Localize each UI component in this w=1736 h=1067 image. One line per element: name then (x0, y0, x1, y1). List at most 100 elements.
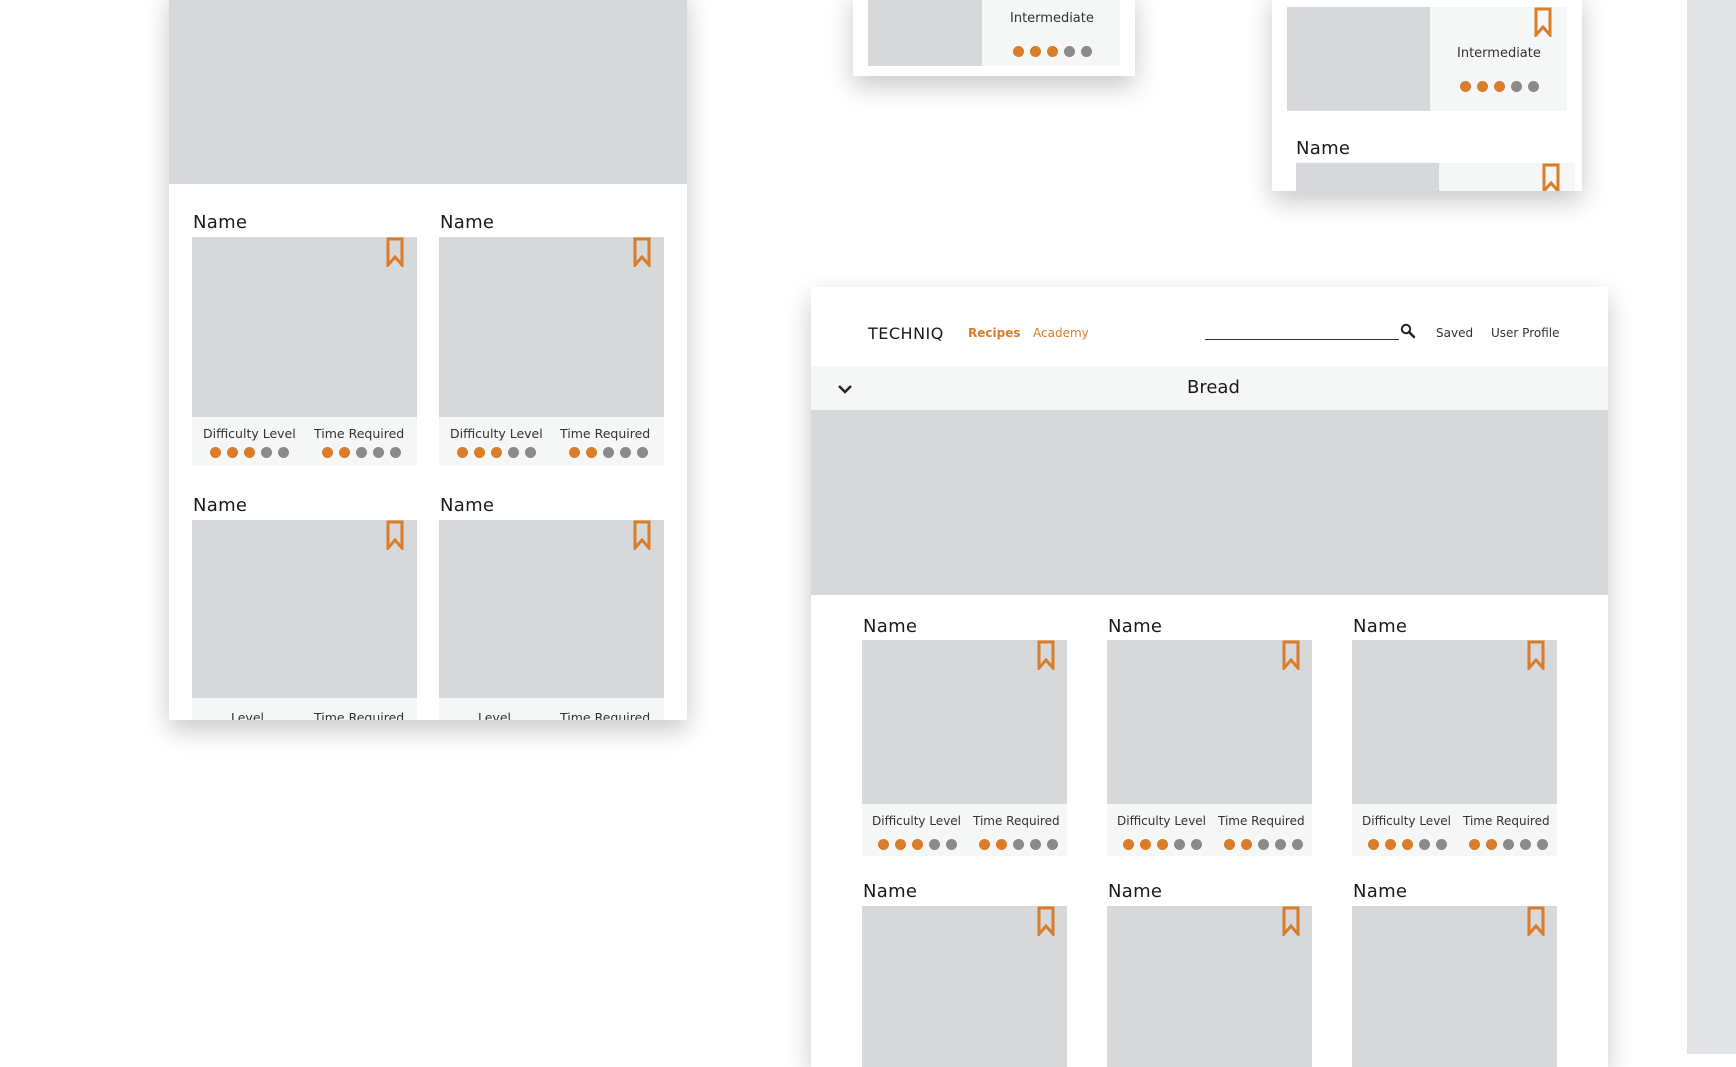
rating-dot-filled (1047, 46, 1058, 57)
category-label: Bread (1187, 377, 1240, 398)
rating-dot-filled (1385, 839, 1396, 850)
rating-dot-empty (1275, 839, 1286, 850)
tablet-card-frame: Intermediate Name (1272, 0, 1582, 191)
hero-image-placeholder (169, 0, 687, 184)
difficulty-rating (878, 839, 957, 850)
category-bar[interactable]: Bread (811, 366, 1608, 410)
nav-recipes[interactable]: Recipes (968, 326, 1020, 340)
rating-dot-empty (1064, 46, 1075, 57)
rating-dot-empty (637, 447, 648, 458)
rating-dot-filled (996, 839, 1007, 850)
recipe-name: Name (863, 881, 918, 902)
recipe-name: Name (1353, 616, 1408, 637)
rating-dot-filled (1241, 839, 1252, 850)
rating-dot-filled (1368, 839, 1379, 850)
rating-dot-empty (603, 447, 614, 458)
nav-academy[interactable]: Academy (1033, 326, 1089, 340)
rating-dot-filled (322, 447, 333, 458)
rating-dot-filled (244, 447, 255, 458)
recipe-name: Name (193, 212, 248, 233)
difficulty-rating (1460, 81, 1539, 92)
rating-dot-filled (1494, 81, 1505, 92)
rating-dot-empty (929, 839, 940, 850)
rating-dot-filled (491, 447, 502, 458)
search-icon[interactable] (1400, 323, 1416, 339)
recipe-name: Name (193, 495, 248, 516)
time-label: Time Required (1218, 814, 1305, 828)
difficulty-label: Difficulty Level (1117, 814, 1207, 828)
rating-dot-filled (979, 839, 990, 850)
difficulty-label: Difficulty Level (1362, 814, 1452, 828)
user-profile-link[interactable]: User Profile (1491, 326, 1559, 340)
rating-dot-filled (878, 839, 889, 850)
difficulty-label: Difficulty Level (450, 426, 543, 441)
canvas-edge-panel (1687, 0, 1736, 1054)
time-rating (1469, 839, 1548, 850)
time-rating (979, 839, 1058, 850)
difficulty-text: Intermediate (1457, 46, 1541, 61)
rating-dot-filled (227, 447, 238, 458)
recipe-info (192, 417, 417, 466)
rating-dot-empty (1047, 839, 1058, 850)
bookmark-icon[interactable] (1527, 906, 1545, 936)
rating-dot-filled (1157, 839, 1168, 850)
rating-dot-empty (1436, 839, 1447, 850)
difficulty-label: Difficulty Level (872, 814, 962, 828)
bookmark-icon[interactable] (386, 237, 404, 267)
rating-dot-empty (390, 447, 401, 458)
recipe-image[interactable] (1287, 7, 1430, 111)
recipe-name: Name (440, 212, 495, 233)
recipe-info (439, 417, 664, 466)
rating-dot-filled (1486, 839, 1497, 850)
bookmark-icon[interactable] (1037, 906, 1055, 936)
recipe-name: Name (440, 495, 495, 516)
rating-dot-filled (1140, 839, 1151, 850)
bookmark-icon[interactable] (386, 520, 404, 550)
rating-dot-filled (210, 447, 221, 458)
rating-dot-empty (1030, 839, 1041, 850)
rating-dot-empty (525, 447, 536, 458)
bookmark-icon[interactable] (1282, 906, 1300, 936)
recipe-image[interactable] (439, 237, 664, 417)
difficulty-rating (1123, 839, 1202, 850)
rating-dot-filled (1469, 839, 1480, 850)
bookmark-icon[interactable] (1037, 640, 1055, 670)
rating-dot-empty (946, 839, 957, 850)
bookmark-icon[interactable] (633, 520, 651, 550)
small-card-frame: Intermediate (853, 0, 1135, 76)
difficulty-label: Level (478, 710, 511, 720)
recipe-image[interactable] (192, 237, 417, 417)
chevron-down-icon[interactable] (837, 383, 853, 395)
recipe-image[interactable] (192, 520, 417, 698)
rating-dot-filled (586, 447, 597, 458)
bookmark-icon[interactable] (1527, 640, 1545, 670)
difficulty-rating (1368, 839, 1447, 850)
search-input[interactable] (1205, 321, 1399, 340)
difficulty-rating (457, 447, 536, 458)
time-label: Time Required (560, 426, 651, 441)
saved-link[interactable]: Saved (1436, 326, 1473, 340)
bookmark-icon[interactable] (1542, 163, 1560, 191)
recipe-image[interactable] (1296, 163, 1439, 191)
difficulty-text: Intermediate (1010, 11, 1094, 26)
recipe-image[interactable] (439, 520, 664, 698)
rating-dot-filled (895, 839, 906, 850)
rating-dot-filled (912, 839, 923, 850)
time-label: Time Required (973, 814, 1060, 828)
rating-dot-empty (1520, 839, 1531, 850)
time-rating (1224, 839, 1303, 850)
rating-dot-filled (339, 447, 350, 458)
rating-dot-filled (1460, 81, 1471, 92)
rating-dot-filled (1224, 839, 1235, 850)
bookmark-icon[interactable] (1534, 7, 1552, 37)
rating-dot-filled (1477, 81, 1488, 92)
bookmark-icon[interactable] (633, 237, 651, 267)
desktop-frame: TECHNIQ Recipes Academy Saved User Profi… (811, 287, 1608, 1067)
rating-dot-empty (620, 447, 631, 458)
recipe-name: Name (1353, 881, 1408, 902)
bookmark-icon[interactable] (1282, 640, 1300, 670)
recipe-image[interactable] (868, 0, 982, 66)
rating-dot-empty (1013, 839, 1024, 850)
rating-dot-filled (457, 447, 468, 458)
logo[interactable]: TECHNIQ (868, 324, 944, 343)
